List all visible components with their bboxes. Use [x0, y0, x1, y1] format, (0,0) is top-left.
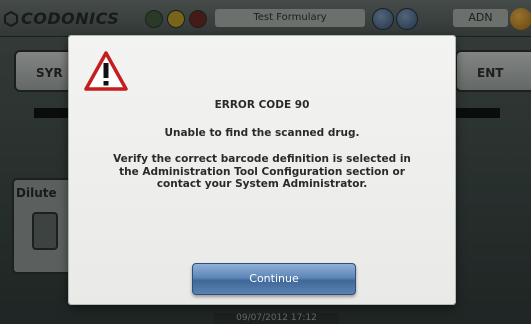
- error-message: Unable to find the scanned drug.: [164, 127, 360, 139]
- continue-button[interactable]: Continue: [192, 263, 356, 295]
- error-code: ERROR CODE 90: [214, 99, 310, 111]
- error-dialog: ERROR CODE 90 Unable to find the scanned…: [69, 36, 455, 304]
- error-detail: Verify the correct barcode definition is…: [113, 153, 411, 190]
- warning-triangle-icon: [84, 51, 128, 91]
